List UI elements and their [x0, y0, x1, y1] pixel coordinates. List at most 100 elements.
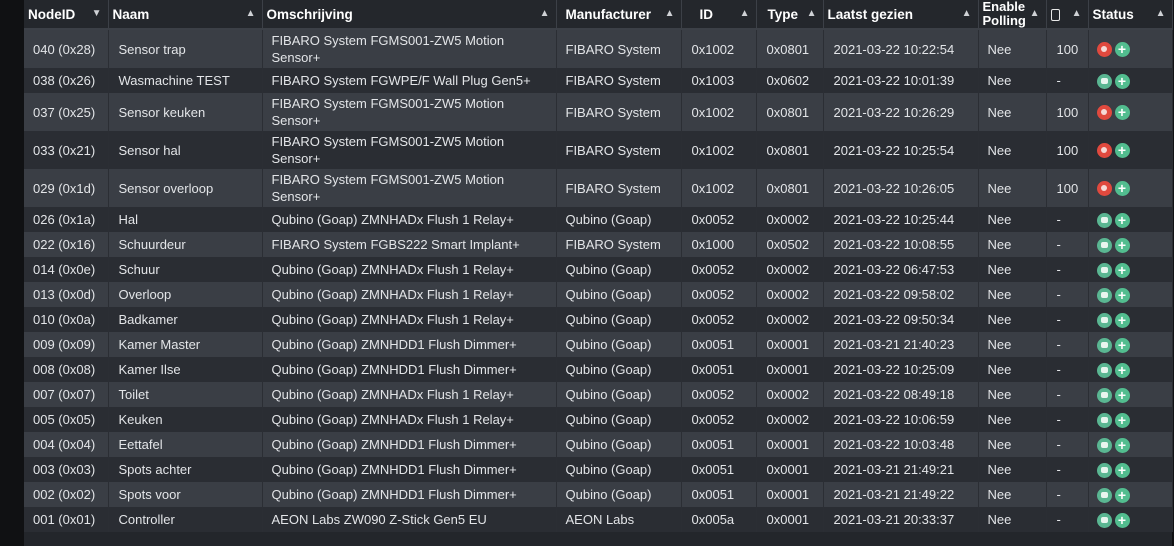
col-header-laatst-gezien[interactable]: Laatst gezien ▲: [823, 0, 979, 30]
col-header-label: Status: [1092, 6, 1134, 22]
table-row[interactable]: 029 (0x1d) Sensor overloop FIBARO System F…: [24, 169, 1173, 207]
status-ok-icon[interactable]: [1096, 412, 1112, 428]
plus-circle-icon[interactable]: +: [1114, 105, 1130, 121]
nodeid-cell: 029 (0x1d): [24, 169, 109, 207]
status-cell: +: [1088, 232, 1173, 257]
sort-arrow-icon[interactable]: ▲: [665, 8, 675, 19]
col-header-id[interactable]: ID ▲: [681, 0, 757, 30]
status-ok-icon[interactable]: [1096, 237, 1112, 253]
manufacturer-cell: FIBARO System: [556, 68, 682, 93]
status-cell: +: [1088, 131, 1173, 169]
table-row[interactable]: 014 (0x0e) Schuur Qubino (Goap) ZMNHADx Fl…: [24, 257, 1173, 282]
plus-circle-icon[interactable]: +: [1114, 487, 1130, 503]
omschrijving-cell: FIBARO System FGWPE/F Wall Plug Gen5+: [262, 68, 557, 93]
col-header-battery[interactable]: ▲: [1046, 0, 1089, 30]
laatst-gezien-cell: 2021-03-22 10:06:59: [823, 407, 979, 432]
table-row[interactable]: 040 (0x28) Sensor trap FIBARO System FGMS0…: [24, 29, 1173, 68]
plus-circle-icon[interactable]: +: [1114, 143, 1130, 159]
plus-circle-icon[interactable]: +: [1114, 42, 1130, 58]
sort-arrow-icon[interactable]: ▲: [1030, 8, 1040, 19]
status-ok-icon[interactable]: [1096, 362, 1112, 378]
status-warning-icon[interactable]: [1096, 105, 1112, 121]
status-cell: +: [1088, 29, 1173, 68]
type-cell: 0x0801: [756, 169, 824, 207]
plus-circle-icon[interactable]: +: [1114, 312, 1130, 328]
plus-circle-icon[interactable]: +: [1114, 387, 1130, 403]
manufacturer-cell: Qubino (Goap): [556, 357, 682, 382]
omschrijving-cell: Qubino (Goap) ZMNHDD1 Flush Dimmer+: [262, 357, 557, 382]
plus-circle-icon[interactable]: +: [1114, 412, 1130, 428]
col-header-naam[interactable]: Naam ▲: [108, 0, 263, 30]
status-warning-icon[interactable]: [1096, 42, 1112, 58]
omschrijving-cell: Qubino (Goap) ZMNHADx Flush 1 Relay+: [262, 407, 557, 432]
plus-circle-icon[interactable]: +: [1114, 262, 1130, 278]
manufacturer-cell: Qubino (Goap): [556, 282, 682, 307]
plus-circle-icon[interactable]: +: [1114, 437, 1130, 453]
table-row[interactable]: 003 (0x03) Spots achter Qubino (Goap) ZMNH…: [24, 457, 1173, 482]
table-row[interactable]: 001 (0x01) Controller AEON Labs ZW090 Z-St…: [24, 507, 1173, 532]
table-row[interactable]: 004 (0x04) Eettafel Qubino (Goap) ZMNHDD1 …: [24, 432, 1173, 457]
status-ok-icon[interactable]: [1096, 512, 1112, 528]
status-ok-icon[interactable]: [1096, 437, 1112, 453]
table-row[interactable]: 008 (0x08) Kamer Ilse Qubino (Goap) ZMNHDD…: [24, 357, 1173, 382]
col-header-enable-polling[interactable]: Enable Polling ▲: [978, 0, 1047, 30]
nodeid-cell: 007 (0x07): [24, 382, 109, 407]
naam-cell: Kamer Master: [108, 332, 263, 357]
plus-circle-icon[interactable]: +: [1114, 212, 1130, 228]
status-warning-icon[interactable]: [1096, 181, 1112, 197]
plus-circle-icon[interactable]: +: [1114, 462, 1130, 478]
table-row[interactable]: 013 (0x0d) Overloop Qubino (Goap) ZMNHADx …: [24, 282, 1173, 307]
status-ok-icon[interactable]: [1096, 387, 1112, 403]
status-ok-icon[interactable]: [1096, 73, 1112, 89]
status-ok-icon[interactable]: [1096, 262, 1112, 278]
table-row[interactable]: 022 (0x16) Schuurdeur FIBARO System FGBS22…: [24, 232, 1173, 257]
status-ok-icon[interactable]: [1096, 487, 1112, 503]
plus-circle-icon[interactable]: +: [1114, 237, 1130, 253]
status-cell: +: [1088, 68, 1173, 93]
col-header-omschrijving[interactable]: Omschrijving ▲: [262, 0, 557, 30]
id-cell: 0x0051: [681, 357, 757, 382]
manufacturer-cell: Qubino (Goap): [556, 432, 682, 457]
sort-arrow-icon[interactable]: ▲: [1156, 8, 1166, 19]
plus-circle-icon[interactable]: +: [1114, 512, 1130, 528]
table-row[interactable]: 026 (0x1a) Hal Qubino (Goap) ZMNHADx Flush…: [24, 207, 1173, 232]
table-row[interactable]: 033 (0x21) Sensor hal FIBARO System FGMS00…: [24, 131, 1173, 169]
table-row[interactable]: 037 (0x25) Sensor keuken FIBARO System FGM…: [24, 93, 1173, 131]
sort-arrow-icon[interactable]: ▲: [1072, 8, 1082, 19]
plus-circle-icon[interactable]: +: [1114, 337, 1130, 353]
manufacturer-cell: Qubino (Goap): [556, 332, 682, 357]
sort-arrow-icon[interactable]: ▲: [962, 8, 972, 19]
battery-icon: [1050, 8, 1060, 21]
col-header-manufacturer[interactable]: Manufacturer ▲: [556, 0, 682, 30]
col-header-status[interactable]: Status ▲: [1088, 0, 1173, 30]
status-ok-icon[interactable]: [1096, 287, 1112, 303]
table-row[interactable]: 005 (0x05) Keuken Qubino (Goap) ZMNHADx Fl…: [24, 407, 1173, 432]
type-cell: 0x0002: [756, 207, 824, 232]
sort-arrow-icon[interactable]: ▼: [92, 8, 102, 19]
naam-cell: Schuurdeur: [108, 232, 263, 257]
status-ok-icon[interactable]: [1096, 462, 1112, 478]
sort-arrow-icon[interactable]: ▲: [540, 8, 550, 19]
omschrijving-cell: Qubino (Goap) ZMNHDD1 Flush Dimmer+: [262, 457, 557, 482]
plus-circle-icon[interactable]: +: [1114, 362, 1130, 378]
table-row[interactable]: 002 (0x02) Spots voor Qubino (Goap) ZMNHDD…: [24, 482, 1173, 507]
table-row[interactable]: 038 (0x26) Wasmachine TEST FIBARO System F…: [24, 68, 1173, 93]
sort-arrow-icon[interactable]: ▲: [740, 8, 750, 19]
sort-arrow-icon[interactable]: ▲: [807, 8, 817, 19]
plus-circle-icon[interactable]: +: [1114, 73, 1130, 89]
sort-arrow-icon[interactable]: ▲: [246, 8, 256, 19]
plus-circle-icon[interactable]: +: [1114, 287, 1130, 303]
col-header-type[interactable]: Type ▲: [756, 0, 824, 30]
plus-circle-icon[interactable]: +: [1114, 181, 1130, 197]
manufacturer-cell: Qubino (Goap): [556, 457, 682, 482]
naam-cell: Controller: [108, 507, 263, 532]
naam-cell: Sensor overloop: [108, 169, 263, 207]
status-ok-icon[interactable]: [1096, 337, 1112, 353]
table-row[interactable]: 007 (0x07) Toilet Qubino (Goap) ZMNHADx Fl…: [24, 382, 1173, 407]
table-row[interactable]: 009 (0x09) Kamer Master Qubino (Goap) ZMNH…: [24, 332, 1173, 357]
col-header-nodeid[interactable]: NodeID ▼: [24, 0, 109, 30]
status-warning-icon[interactable]: [1096, 143, 1112, 159]
status-ok-icon[interactable]: [1096, 212, 1112, 228]
status-ok-icon[interactable]: [1096, 312, 1112, 328]
table-row[interactable]: 010 (0x0a) Badkamer Qubino (Goap) ZMNHADx …: [24, 307, 1173, 332]
